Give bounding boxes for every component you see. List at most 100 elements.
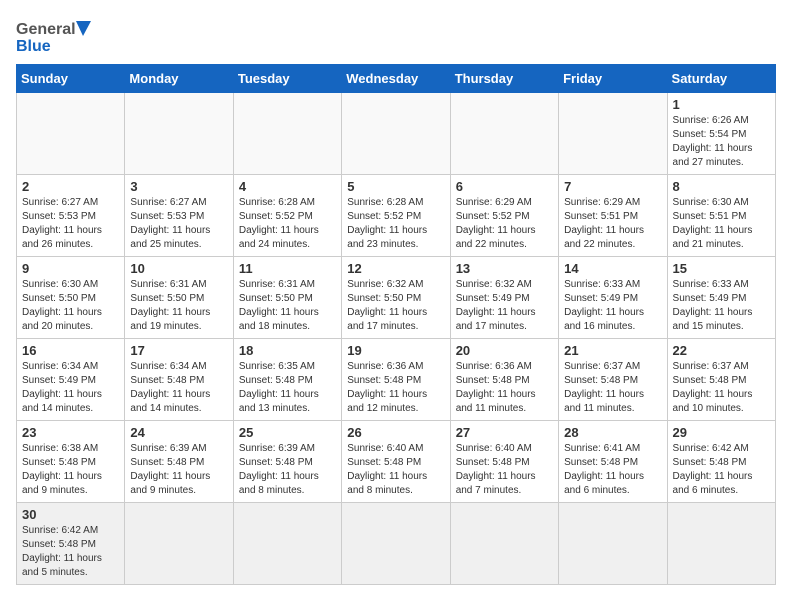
day-info: Sunrise: 6:36 AM Sunset: 5:48 PM Dayligh… <box>347 360 444 416</box>
day-info: Sunrise: 6:32 AM Sunset: 5:50 PM Dayligh… <box>347 278 444 334</box>
calendar-cell: 6 Sunrise: 6:29 AM Sunset: 5:52 PM Daylig… <box>450 175 558 257</box>
day-number: 24 <box>130 425 227 440</box>
day-number: 12 <box>347 261 444 276</box>
day-info: Sunrise: 6:33 AM Sunset: 5:49 PM Dayligh… <box>564 278 661 334</box>
calendar-cell: 1Sunrise: 6:26 AM Sunset: 5:54 PM Daylig… <box>667 93 775 175</box>
calendar-cell <box>342 93 450 175</box>
calendar-cell: 26 Sunrise: 6:40 AM Sunset: 5:48 PM Dayli… <box>342 421 450 503</box>
day-number: 26 <box>347 425 444 440</box>
day-number: 16 <box>22 343 119 358</box>
weekday-header: Tuesday <box>233 65 341 93</box>
day-info: Sunrise: 6:37 AM Sunset: 5:48 PM Dayligh… <box>673 360 770 416</box>
day-number: 1 <box>673 97 770 112</box>
calendar-cell: 15 Sunrise: 6:33 AM Sunset: 5:49 PM Dayli… <box>667 257 775 339</box>
day-number: 11 <box>239 261 336 276</box>
weekday-header: Monday <box>125 65 233 93</box>
day-info: Sunrise: 6:40 AM Sunset: 5:48 PM Dayligh… <box>456 442 553 498</box>
day-info: Sunrise: 6:41 AM Sunset: 5:48 PM Dayligh… <box>564 442 661 498</box>
calendar-header-row: SundayMondayTuesdayWednesdayThursdayFrid… <box>17 65 776 93</box>
day-info: Sunrise: 6:40 AM Sunset: 5:48 PM Dayligh… <box>347 442 444 498</box>
page-header: GeneralBlue <box>16 16 776 56</box>
day-info: Sunrise: 6:33 AM Sunset: 5:49 PM Dayligh… <box>673 278 770 334</box>
calendar-cell <box>342 503 450 585</box>
day-number: 10 <box>130 261 227 276</box>
logo-icon: GeneralBlue <box>16 16 96 56</box>
weekday-header: Wednesday <box>342 65 450 93</box>
day-info: Sunrise: 6:29 AM Sunset: 5:52 PM Dayligh… <box>456 196 553 252</box>
day-number: 6 <box>456 179 553 194</box>
calendar-row: 23Sunrise: 6:38 AM Sunset: 5:48 PM Dayli… <box>17 421 776 503</box>
weekday-header: Friday <box>559 65 667 93</box>
day-info: Sunrise: 6:42 AM Sunset: 5:48 PM Dayligh… <box>673 442 770 498</box>
day-info: Sunrise: 6:31 AM Sunset: 5:50 PM Dayligh… <box>130 278 227 334</box>
day-number: 21 <box>564 343 661 358</box>
day-number: 13 <box>456 261 553 276</box>
calendar-cell: 24 Sunrise: 6:39 AM Sunset: 5:48 PM Dayli… <box>125 421 233 503</box>
calendar-cell: 30Sunrise: 6:42 AM Sunset: 5:48 PM Dayli… <box>17 503 125 585</box>
day-info: Sunrise: 6:27 AM Sunset: 5:53 PM Dayligh… <box>22 196 119 252</box>
calendar-row: 1Sunrise: 6:26 AM Sunset: 5:54 PM Daylig… <box>17 93 776 175</box>
weekday-header: Thursday <box>450 65 558 93</box>
day-number: 19 <box>347 343 444 358</box>
day-info: Sunrise: 6:34 AM Sunset: 5:49 PM Dayligh… <box>22 360 119 416</box>
day-number: 9 <box>22 261 119 276</box>
calendar-cell: 7 Sunrise: 6:29 AM Sunset: 5:51 PM Daylig… <box>559 175 667 257</box>
calendar-cell: 20Sunrise: 6:36 AM Sunset: 5:48 PM Dayli… <box>450 339 558 421</box>
day-number: 5 <box>347 179 444 194</box>
calendar-cell <box>450 93 558 175</box>
calendar-cell: 29 Sunrise: 6:42 AM Sunset: 5:48 PM Dayli… <box>667 421 775 503</box>
calendar-cell <box>233 503 341 585</box>
svg-text:Blue: Blue <box>16 38 51 55</box>
day-number: 14 <box>564 261 661 276</box>
day-info: Sunrise: 6:31 AM Sunset: 5:50 PM Dayligh… <box>239 278 336 334</box>
calendar-cell: 28Sunrise: 6:41 AM Sunset: 5:48 PM Dayli… <box>559 421 667 503</box>
calendar-cell <box>125 503 233 585</box>
day-number: 3 <box>130 179 227 194</box>
calendar-cell: 13 Sunrise: 6:32 AM Sunset: 5:49 PM Dayli… <box>450 257 558 339</box>
calendar-cell: 11 Sunrise: 6:31 AM Sunset: 5:50 PM Dayli… <box>233 257 341 339</box>
day-info: Sunrise: 6:27 AM Sunset: 5:53 PM Dayligh… <box>130 196 227 252</box>
calendar-cell: 17Sunrise: 6:34 AM Sunset: 5:48 PM Dayli… <box>125 339 233 421</box>
calendar-cell: 3 Sunrise: 6:27 AM Sunset: 5:53 PM Daylig… <box>125 175 233 257</box>
calendar-cell: 19 Sunrise: 6:36 AM Sunset: 5:48 PM Dayli… <box>342 339 450 421</box>
day-info: Sunrise: 6:30 AM Sunset: 5:51 PM Dayligh… <box>673 196 770 252</box>
calendar-cell: 14 Sunrise: 6:33 AM Sunset: 5:49 PM Dayli… <box>559 257 667 339</box>
calendar-cell <box>450 503 558 585</box>
calendar-row: 16 Sunrise: 6:34 AM Sunset: 5:49 PM Dayli… <box>17 339 776 421</box>
calendar-cell <box>125 93 233 175</box>
calendar-row: 30Sunrise: 6:42 AM Sunset: 5:48 PM Dayli… <box>17 503 776 585</box>
day-info: Sunrise: 6:28 AM Sunset: 5:52 PM Dayligh… <box>347 196 444 252</box>
weekday-header: Saturday <box>667 65 775 93</box>
day-info: Sunrise: 6:36 AM Sunset: 5:48 PM Dayligh… <box>456 360 553 416</box>
day-number: 7 <box>564 179 661 194</box>
day-number: 15 <box>673 261 770 276</box>
calendar-table: SundayMondayTuesdayWednesdayThursdayFrid… <box>16 64 776 585</box>
day-number: 22 <box>673 343 770 358</box>
calendar-cell: 2Sunrise: 6:27 AM Sunset: 5:53 PM Daylig… <box>17 175 125 257</box>
calendar-cell <box>667 503 775 585</box>
calendar-cell: 5 Sunrise: 6:28 AM Sunset: 5:52 PM Daylig… <box>342 175 450 257</box>
calendar-cell: 16 Sunrise: 6:34 AM Sunset: 5:49 PM Dayli… <box>17 339 125 421</box>
calendar-cell: 4Sunrise: 6:28 AM Sunset: 5:52 PM Daylig… <box>233 175 341 257</box>
day-number: 25 <box>239 425 336 440</box>
day-info: Sunrise: 6:32 AM Sunset: 5:49 PM Dayligh… <box>456 278 553 334</box>
calendar-cell: 27Sunrise: 6:40 AM Sunset: 5:48 PM Dayli… <box>450 421 558 503</box>
weekday-header: Sunday <box>17 65 125 93</box>
svg-text:General: General <box>16 21 76 38</box>
calendar-cell: 12 Sunrise: 6:32 AM Sunset: 5:50 PM Dayli… <box>342 257 450 339</box>
day-info: Sunrise: 6:34 AM Sunset: 5:48 PM Dayligh… <box>130 360 227 416</box>
day-number: 8 <box>673 179 770 194</box>
day-number: 29 <box>673 425 770 440</box>
calendar-cell: 8 Sunrise: 6:30 AM Sunset: 5:51 PM Daylig… <box>667 175 775 257</box>
day-number: 18 <box>239 343 336 358</box>
logo: GeneralBlue <box>16 16 96 56</box>
day-info: Sunrise: 6:29 AM Sunset: 5:51 PM Dayligh… <box>564 196 661 252</box>
day-info: Sunrise: 6:35 AM Sunset: 5:48 PM Dayligh… <box>239 360 336 416</box>
calendar-cell <box>233 93 341 175</box>
day-info: Sunrise: 6:39 AM Sunset: 5:48 PM Dayligh… <box>130 442 227 498</box>
day-info: Sunrise: 6:30 AM Sunset: 5:50 PM Dayligh… <box>22 278 119 334</box>
day-number: 23 <box>22 425 119 440</box>
calendar-cell: 10 Sunrise: 6:31 AM Sunset: 5:50 PM Dayli… <box>125 257 233 339</box>
day-number: 4 <box>239 179 336 194</box>
day-info: Sunrise: 6:39 AM Sunset: 5:48 PM Dayligh… <box>239 442 336 498</box>
